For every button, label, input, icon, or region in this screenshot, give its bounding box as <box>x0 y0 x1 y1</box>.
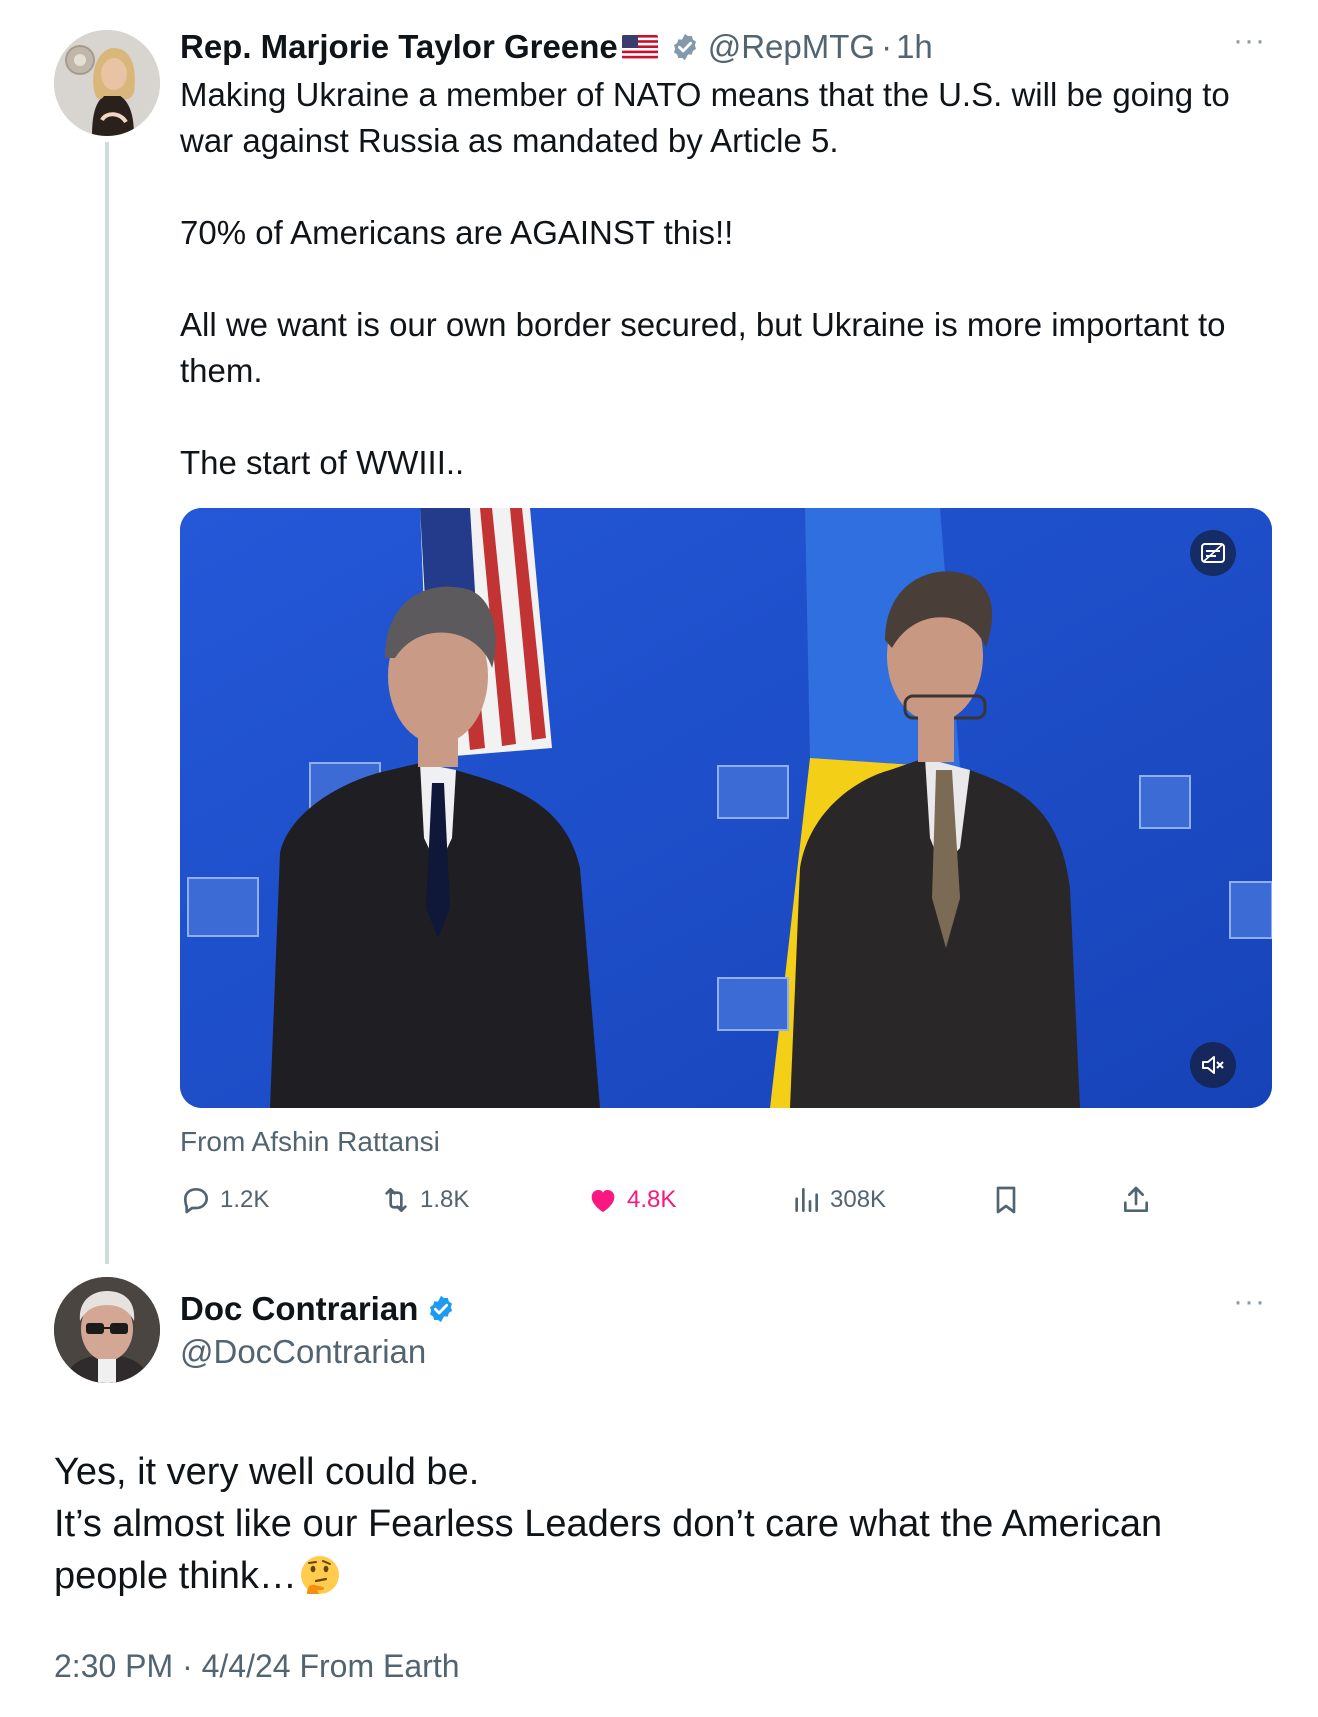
reply-author-avatar[interactable] <box>54 1277 160 1383</box>
reply-line: Yes, it very well could be. <box>54 1451 480 1493</box>
repost-button[interactable]: 1.8K <box>380 1175 469 1225</box>
tweet-body: Making Ukraine a member of NATO means th… <box>180 72 1280 486</box>
tweet-paragraph: 70% of Americans are AGAINST this!! <box>180 214 734 251</box>
views-button[interactable]: 308K <box>790 1175 886 1225</box>
muted-speaker-icon[interactable] <box>1190 1042 1236 1088</box>
share-button[interactable] <box>1120 1175 1152 1225</box>
reply-icon <box>184 1188 208 1214</box>
reply-timestamp[interactable]: 2:30 PM · 4/4/24 From Earth <box>54 1648 460 1685</box>
verified-blue-badge-icon <box>430 1295 453 1323</box>
reply-button[interactable]: 1.2K <box>180 1175 269 1225</box>
repost-icon <box>385 1188 407 1212</box>
video-source-attribution[interactable]: From Afshin Rattansi <box>180 1126 440 1158</box>
video-player[interactable] <box>180 508 1272 1108</box>
reply-count: 1.2K <box>220 1186 270 1213</box>
views-count: 308K <box>830 1186 887 1213</box>
more-options-icon[interactable]: ··· <box>1233 24 1266 58</box>
reply-line-text: It’s almost like our Fearless Leaders do… <box>54 1503 1163 1597</box>
tweet-action-bar: 1.2K 1.8K 4.8K 308K <box>180 1175 1180 1225</box>
thread-connector-line <box>105 142 109 1264</box>
tweet-paragraph: The start of WWIII.. <box>180 444 465 481</box>
reply-header: Doc Contrarian <box>180 1290 456 1328</box>
bookmark-icon <box>996 1186 1016 1214</box>
reply-author-handle[interactable]: @DocContrarian <box>180 1333 426 1371</box>
author-handle[interactable]: @RepMTG <box>708 28 875 66</box>
tweet-header: Rep. Marjorie Taylor Greene @RepMTG · 1h <box>180 26 933 68</box>
author-avatar[interactable] <box>54 30 160 136</box>
like-count: 4.8K <box>627 1186 677 1213</box>
bookmark-button[interactable] <box>990 1175 1022 1225</box>
captions-icon[interactable] <box>1190 530 1236 576</box>
us-flag-icon <box>621 35 658 59</box>
like-button[interactable]: 4.8K <box>587 1175 676 1225</box>
reply-line: It’s almost like our Fearless Leaders do… <box>54 1498 1274 1602</box>
share-icon <box>1124 1186 1148 1212</box>
thinking-face-emoji <box>300 1556 339 1594</box>
heart-filled-icon <box>591 1190 615 1212</box>
reply-more-options-icon[interactable]: ··· <box>1233 1285 1266 1319</box>
author-name[interactable]: Rep. Marjorie Taylor Greene <box>180 28 618 66</box>
verified-gray-badge-icon <box>673 33 696 61</box>
reply-author-name[interactable]: Doc Contrarian <box>180 1290 418 1328</box>
video-frame <box>180 508 1272 1108</box>
reply-body: Yes, it very well could be. It’s almost … <box>54 1446 1274 1602</box>
tweet-paragraph: All we want is our own border secured, b… <box>180 306 1226 389</box>
separator-dot: · <box>881 28 893 65</box>
views-bar-chart-icon <box>795 1188 818 1212</box>
tweet-time[interactable]: 1h <box>896 28 933 66</box>
repost-count: 1.8K <box>420 1186 470 1213</box>
tweet-paragraph: Making Ukraine a member of NATO means th… <box>180 76 1230 159</box>
